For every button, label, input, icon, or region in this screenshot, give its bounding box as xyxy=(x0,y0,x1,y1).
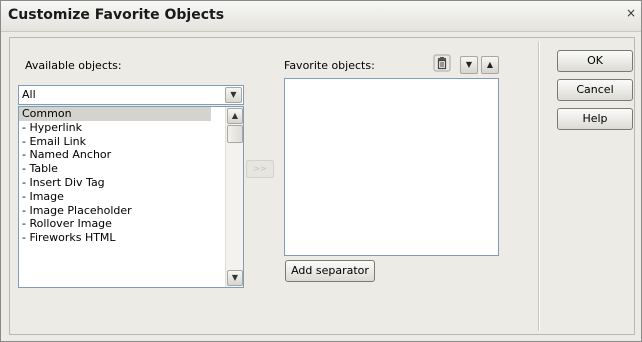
list-item[interactable]: - Image xyxy=(19,190,211,204)
category-select[interactable]: All ▼ xyxy=(18,85,244,105)
list-scrollbar[interactable]: ▲ ▼ xyxy=(225,107,243,287)
add-to-favorites-button[interactable]: >> xyxy=(246,160,274,178)
close-icon[interactable]: × xyxy=(624,6,638,20)
list-item[interactable]: - Fireworks HTML xyxy=(19,231,211,245)
customize-favorites-dialog: Customize Favorite Objects × Available o… xyxy=(0,0,642,342)
category-select-value: All xyxy=(22,88,36,101)
available-objects-label: Available objects: xyxy=(25,59,122,72)
help-button[interactable]: Help xyxy=(557,108,633,130)
title-bar: Customize Favorite Objects × xyxy=(1,1,641,32)
list-item[interactable]: - Rollover Image xyxy=(19,217,211,231)
cancel-button[interactable]: Cancel xyxy=(557,79,633,101)
scrollbar-thumb[interactable] xyxy=(227,125,243,143)
arrow-down-icon[interactable]: ▼ xyxy=(460,56,478,74)
arrow-up-icon[interactable]: ▲ xyxy=(481,56,499,74)
favorite-objects-list[interactable] xyxy=(284,78,499,256)
list-item[interactable]: - Insert Div Tag xyxy=(19,176,211,190)
available-objects-list[interactable]: Common - Hyperlink - Email Link - Named Anc… xyxy=(18,106,244,288)
ok-button[interactable]: OK xyxy=(557,50,633,72)
divider xyxy=(538,41,540,331)
scroll-down-icon[interactable]: ▼ xyxy=(227,270,243,286)
favorite-objects-label: Favorite objects: xyxy=(284,59,375,72)
scroll-up-icon[interactable]: ▲ xyxy=(227,108,243,124)
chevron-down-icon[interactable]: ▼ xyxy=(225,87,242,103)
trash-icon[interactable] xyxy=(433,54,451,72)
list-item[interactable]: Common xyxy=(19,107,211,121)
dialog-title: Customize Favorite Objects xyxy=(8,7,225,23)
list-item[interactable]: - Table xyxy=(19,162,211,176)
add-separator-button[interactable]: Add separator xyxy=(285,260,375,282)
list-item[interactable]: - Image Placeholder xyxy=(19,204,211,218)
list-item[interactable]: - Named Anchor xyxy=(19,148,211,162)
list-item[interactable]: - Hyperlink xyxy=(19,121,211,135)
list-item[interactable]: - Email Link xyxy=(19,135,211,149)
